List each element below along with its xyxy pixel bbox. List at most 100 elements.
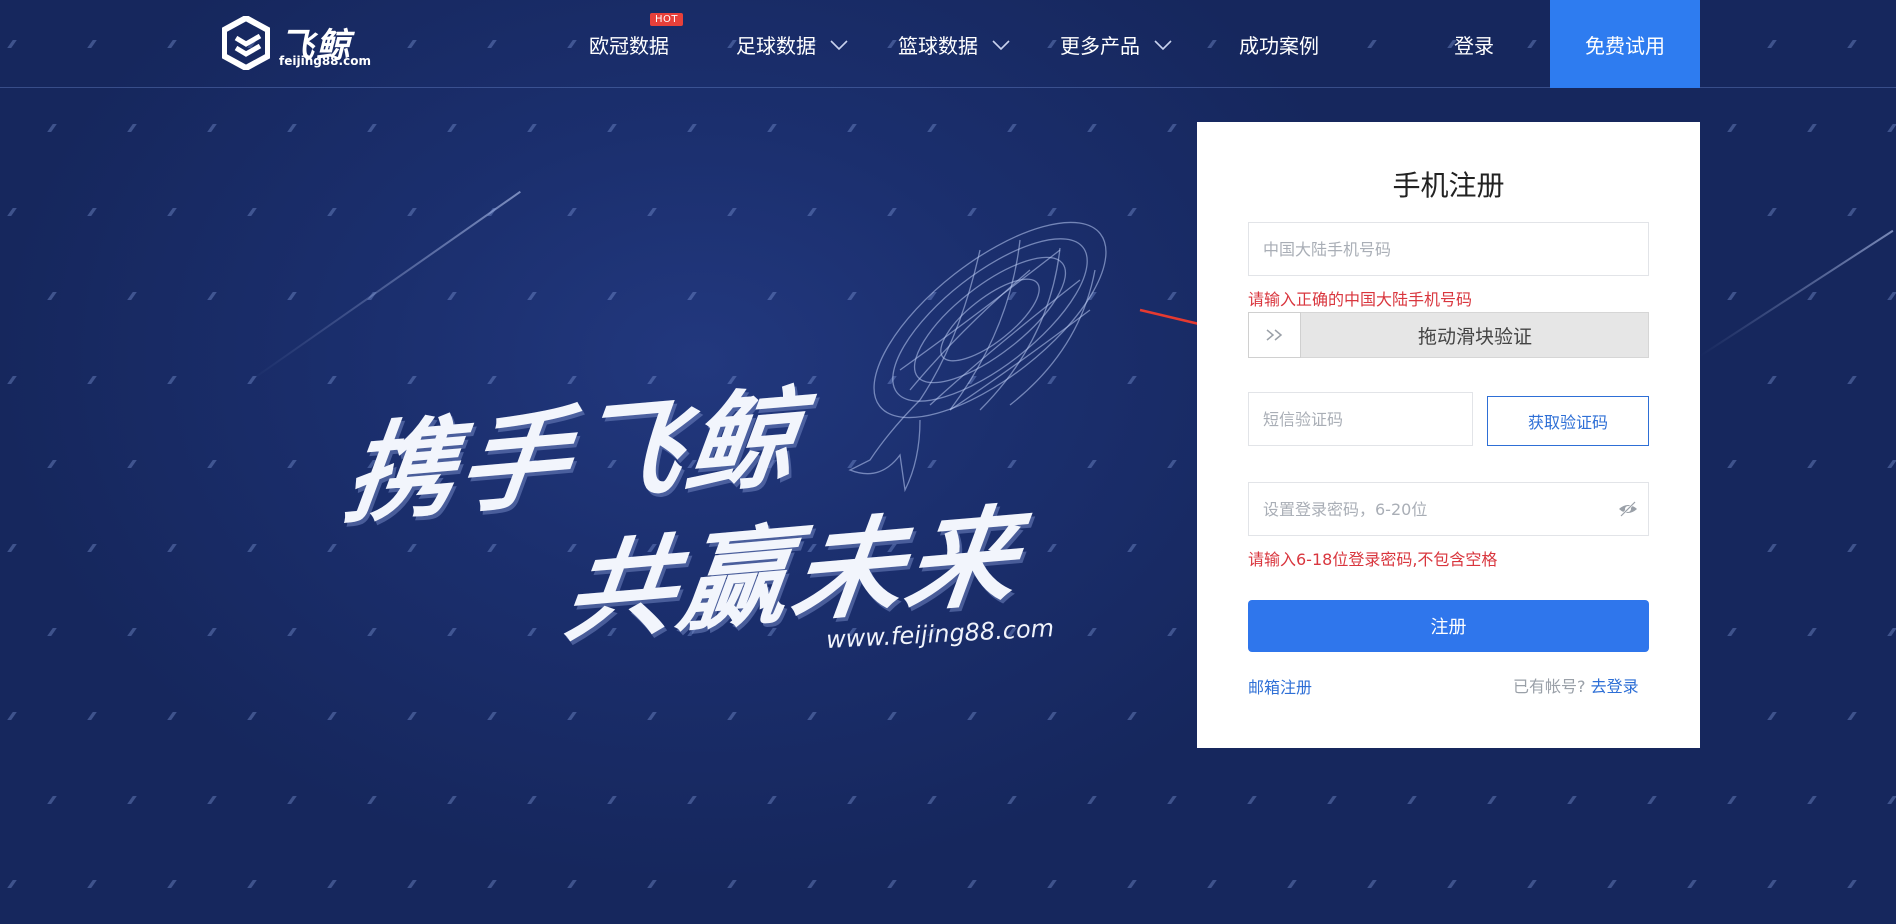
background-dot: [247, 208, 257, 216]
background-dot: [687, 124, 697, 132]
background-dot: [447, 124, 457, 132]
brand-logo[interactable]: 飞鲸 feijing88.com: [222, 16, 371, 72]
background-dot: [1767, 880, 1777, 888]
background-dot: [487, 880, 497, 888]
background-dot: [487, 712, 497, 720]
sms-code-field[interactable]: [1248, 392, 1473, 446]
background-dot: [87, 544, 97, 552]
login-link[interactable]: 登录: [1454, 30, 1494, 59]
background-dot: [407, 712, 417, 720]
background-dot: [1127, 208, 1137, 216]
phone-input[interactable]: [1263, 223, 1648, 275]
background-dot: [807, 208, 817, 216]
nav-item-champions-league[interactable]: 欧冠数据: [589, 30, 669, 59]
background-dot: [1807, 796, 1817, 804]
background-dot: [127, 124, 137, 132]
background-dot: [1767, 376, 1777, 384]
background-dot: [1367, 880, 1377, 888]
background-dot: [167, 712, 177, 720]
background-dot: [1287, 880, 1297, 888]
background-dot: [927, 796, 937, 804]
background-dot: [1167, 796, 1177, 804]
background-dot: [7, 880, 17, 888]
background-dot: [887, 880, 897, 888]
background-dot: [647, 712, 657, 720]
hot-badge: HOT: [650, 13, 683, 26]
nav-item-more-products[interactable]: 更多产品: [1060, 30, 1172, 59]
background-dot: [127, 796, 137, 804]
logo-cube-icon: [222, 16, 270, 70]
eye-slash-icon[interactable]: [1618, 499, 1638, 519]
background-dot: [327, 712, 337, 720]
background-dot: [1527, 880, 1537, 888]
go-login-link[interactable]: 去登录: [1591, 677, 1639, 696]
background-dot: [767, 124, 777, 132]
nav-item-football-data[interactable]: 足球数据: [736, 30, 848, 59]
background-dot: [247, 880, 257, 888]
background-dot: [847, 796, 857, 804]
password-field[interactable]: [1248, 482, 1649, 536]
free-trial-button[interactable]: 免费试用: [1550, 0, 1700, 88]
background-dot: [287, 124, 297, 132]
background-dot: [927, 124, 937, 132]
background-dot: [967, 880, 977, 888]
background-dot: [7, 208, 17, 216]
register-submit-button[interactable]: 注册: [1248, 600, 1649, 652]
background-dot: [127, 460, 137, 468]
background-dot: [1047, 880, 1057, 888]
chevron-down-icon: [992, 39, 1010, 50]
background-dot: [527, 796, 537, 804]
background-dot: [527, 124, 537, 132]
background-dot: [207, 796, 217, 804]
background-dot: [727, 880, 737, 888]
background-dot: [1767, 544, 1777, 552]
background-dot: [127, 628, 137, 636]
background-dot: [1727, 460, 1737, 468]
nav-item-basketball-data[interactable]: 篮球数据: [898, 30, 1010, 59]
chevron-down-icon: [1154, 39, 1172, 50]
background-dot: [1127, 712, 1137, 720]
background-dot: [1167, 124, 1177, 132]
background-dot: [1727, 124, 1737, 132]
background-dot: [247, 712, 257, 720]
slider-verification[interactable]: 拖动滑块验证: [1248, 312, 1649, 358]
background-dot: [1807, 460, 1817, 468]
has-account-label: 已有帐号?: [1513, 677, 1586, 696]
background-dot: [1727, 292, 1737, 300]
background-dot: [47, 460, 57, 468]
background-dot: [247, 376, 257, 384]
background-dot: [727, 712, 737, 720]
get-sms-code-button[interactable]: 获取验证码: [1487, 396, 1649, 446]
background-dot: [1807, 124, 1817, 132]
nav-item-success-cases[interactable]: 成功案例: [1239, 30, 1319, 59]
background-dot: [647, 880, 657, 888]
phone-field[interactable]: [1248, 222, 1649, 276]
sms-code-input[interactable]: [1263, 393, 1472, 445]
background-dot: [47, 796, 57, 804]
background-dot: [1807, 292, 1817, 300]
logo-text-domain: feijing88.com: [279, 54, 371, 68]
background-dot: [287, 796, 297, 804]
background-dot: [1847, 880, 1857, 888]
background-dot: [1127, 544, 1137, 552]
slider-handle[interactable]: [1248, 312, 1301, 358]
background-dot: [1647, 796, 1657, 804]
background-dot: [1047, 208, 1057, 216]
background-dot: [87, 712, 97, 720]
background-dot: [7, 712, 17, 720]
background-dot: [767, 796, 777, 804]
background-dot: [647, 208, 657, 216]
background-dot: [1487, 796, 1497, 804]
background-dot: [687, 796, 697, 804]
background-dot: [1607, 880, 1617, 888]
hero-banner: 携手飞鲸 共赢未来 www.feijing88.com: [330, 220, 1107, 680]
background-dot: [47, 628, 57, 636]
slider-text: 拖动滑块验证: [1417, 325, 1532, 348]
background-dot: [167, 376, 177, 384]
background-dot: [1087, 124, 1097, 132]
email-register-link[interactable]: 邮箱注册: [1248, 674, 1312, 698]
password-input[interactable]: [1263, 483, 1648, 535]
background-dot: [247, 544, 257, 552]
background-dot: [1567, 796, 1577, 804]
nav-item-label: 成功案例: [1239, 34, 1319, 58]
